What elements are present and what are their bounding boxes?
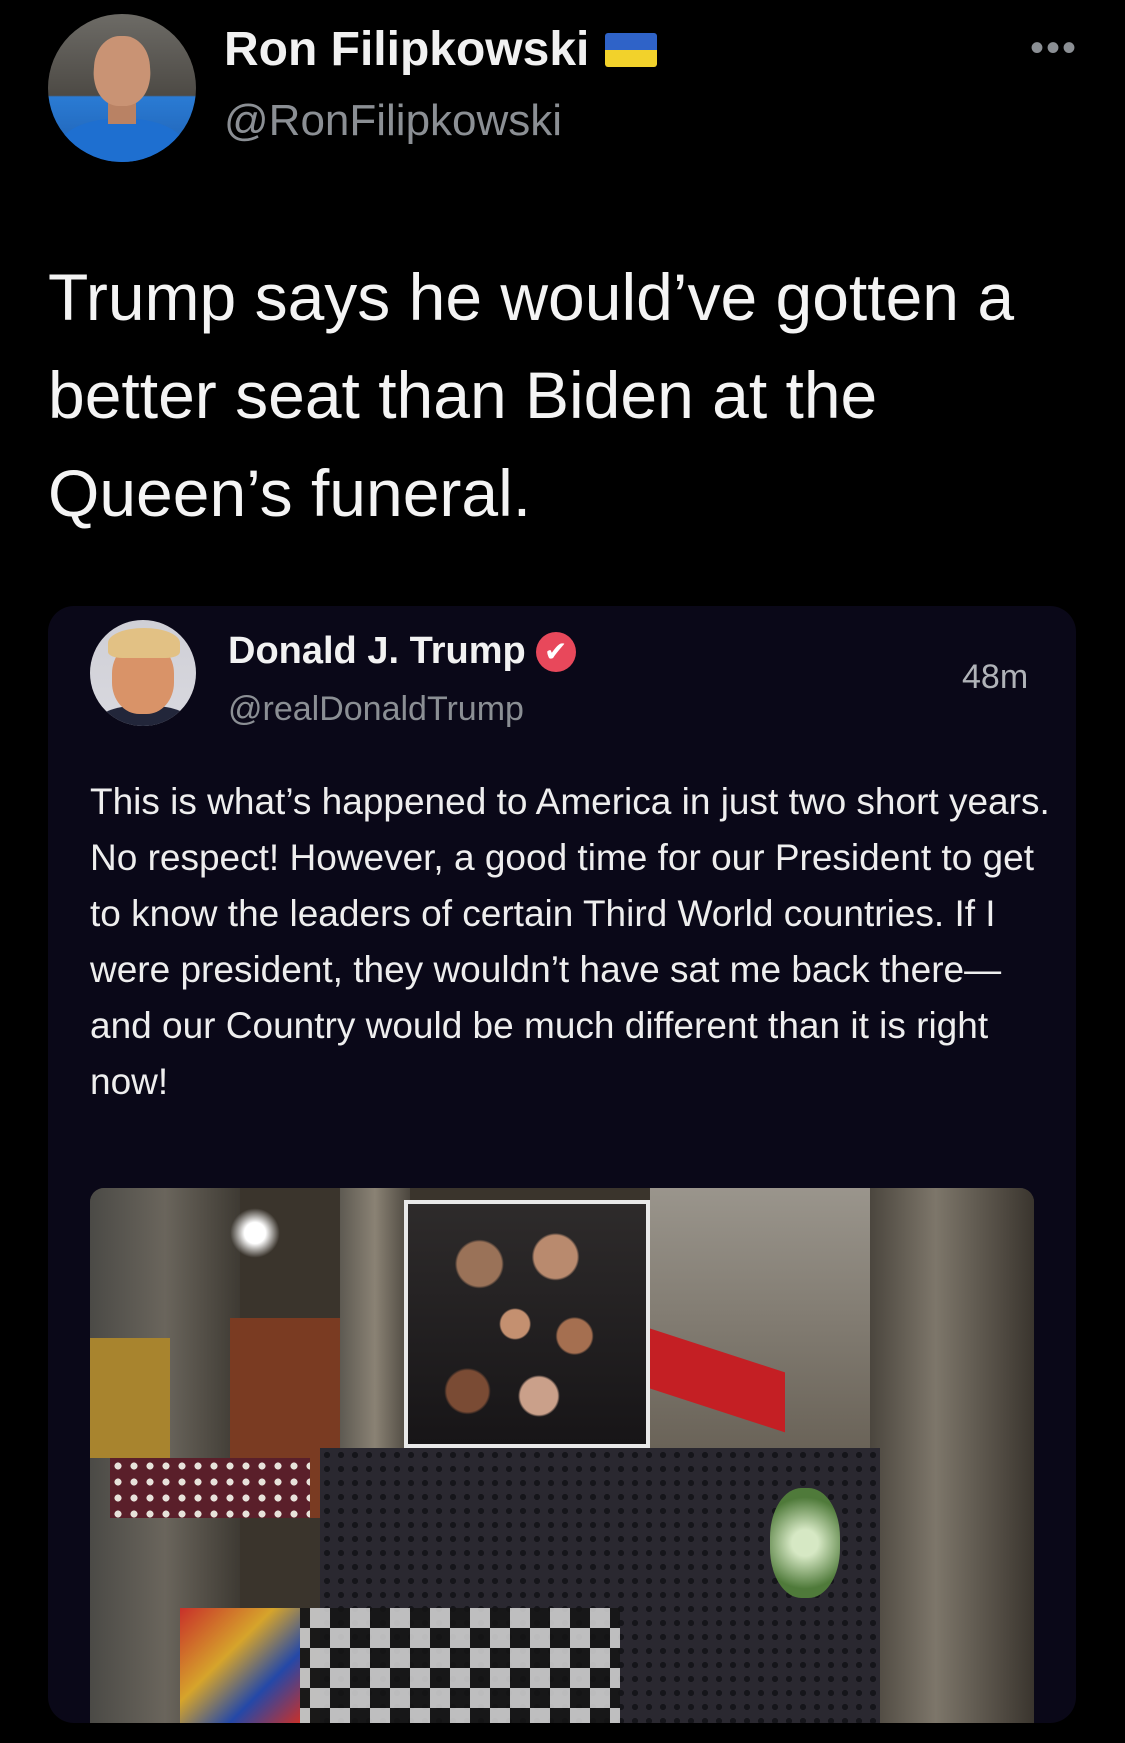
ukraine-flag-icon [605, 32, 658, 67]
quoted-author-name[interactable]: Donald J. Trump [228, 630, 526, 673]
tweet: Ron Filipkowski @RonFilipkowski ••• Trum… [0, 0, 1125, 1743]
photo-light [230, 1208, 280, 1258]
quoted-author-avatar[interactable] [90, 620, 196, 726]
funeral-photo[interactable] [90, 1188, 1034, 1723]
photo-clergy-rows [110, 1458, 310, 1518]
avatar-head [94, 36, 150, 106]
quoted-tweet-text: This is what’s happened to America in ju… [90, 781, 1050, 1102]
quoted-author-handle[interactable]: @realDonaldTrump [228, 690, 524, 729]
author-name-row[interactable]: Ron Filipkowski [224, 22, 658, 77]
author-handle[interactable]: @RonFilipkowski [224, 96, 562, 146]
avatar-shirt [58, 118, 186, 162]
avatar-hair [108, 628, 180, 658]
photo-pillar-right [870, 1188, 1034, 1723]
more-options-icon[interactable]: ••• [1030, 28, 1078, 68]
verified-badge-icon: ✔ [535, 631, 576, 672]
author-name[interactable]: Ron Filipkowski [224, 22, 589, 77]
photo-checkered-floor [290, 1608, 620, 1723]
photo-inset-closeup [404, 1200, 650, 1448]
photo-coffin [180, 1608, 300, 1723]
quoted-tweet-card[interactable]: Donald J. Trump ✔ @realDonaldTrump 48m T… [48, 606, 1076, 1723]
photo-flowers [770, 1488, 840, 1598]
quoted-timestamp[interactable]: 48m [962, 658, 1028, 697]
quoted-author-name-row[interactable]: Donald J. Trump ✔ [228, 630, 576, 673]
author-avatar[interactable] [48, 14, 196, 162]
tweet-text: Trump says he would’ve gotten a better s… [48, 260, 1015, 530]
photo-gold-screen [90, 1338, 170, 1458]
